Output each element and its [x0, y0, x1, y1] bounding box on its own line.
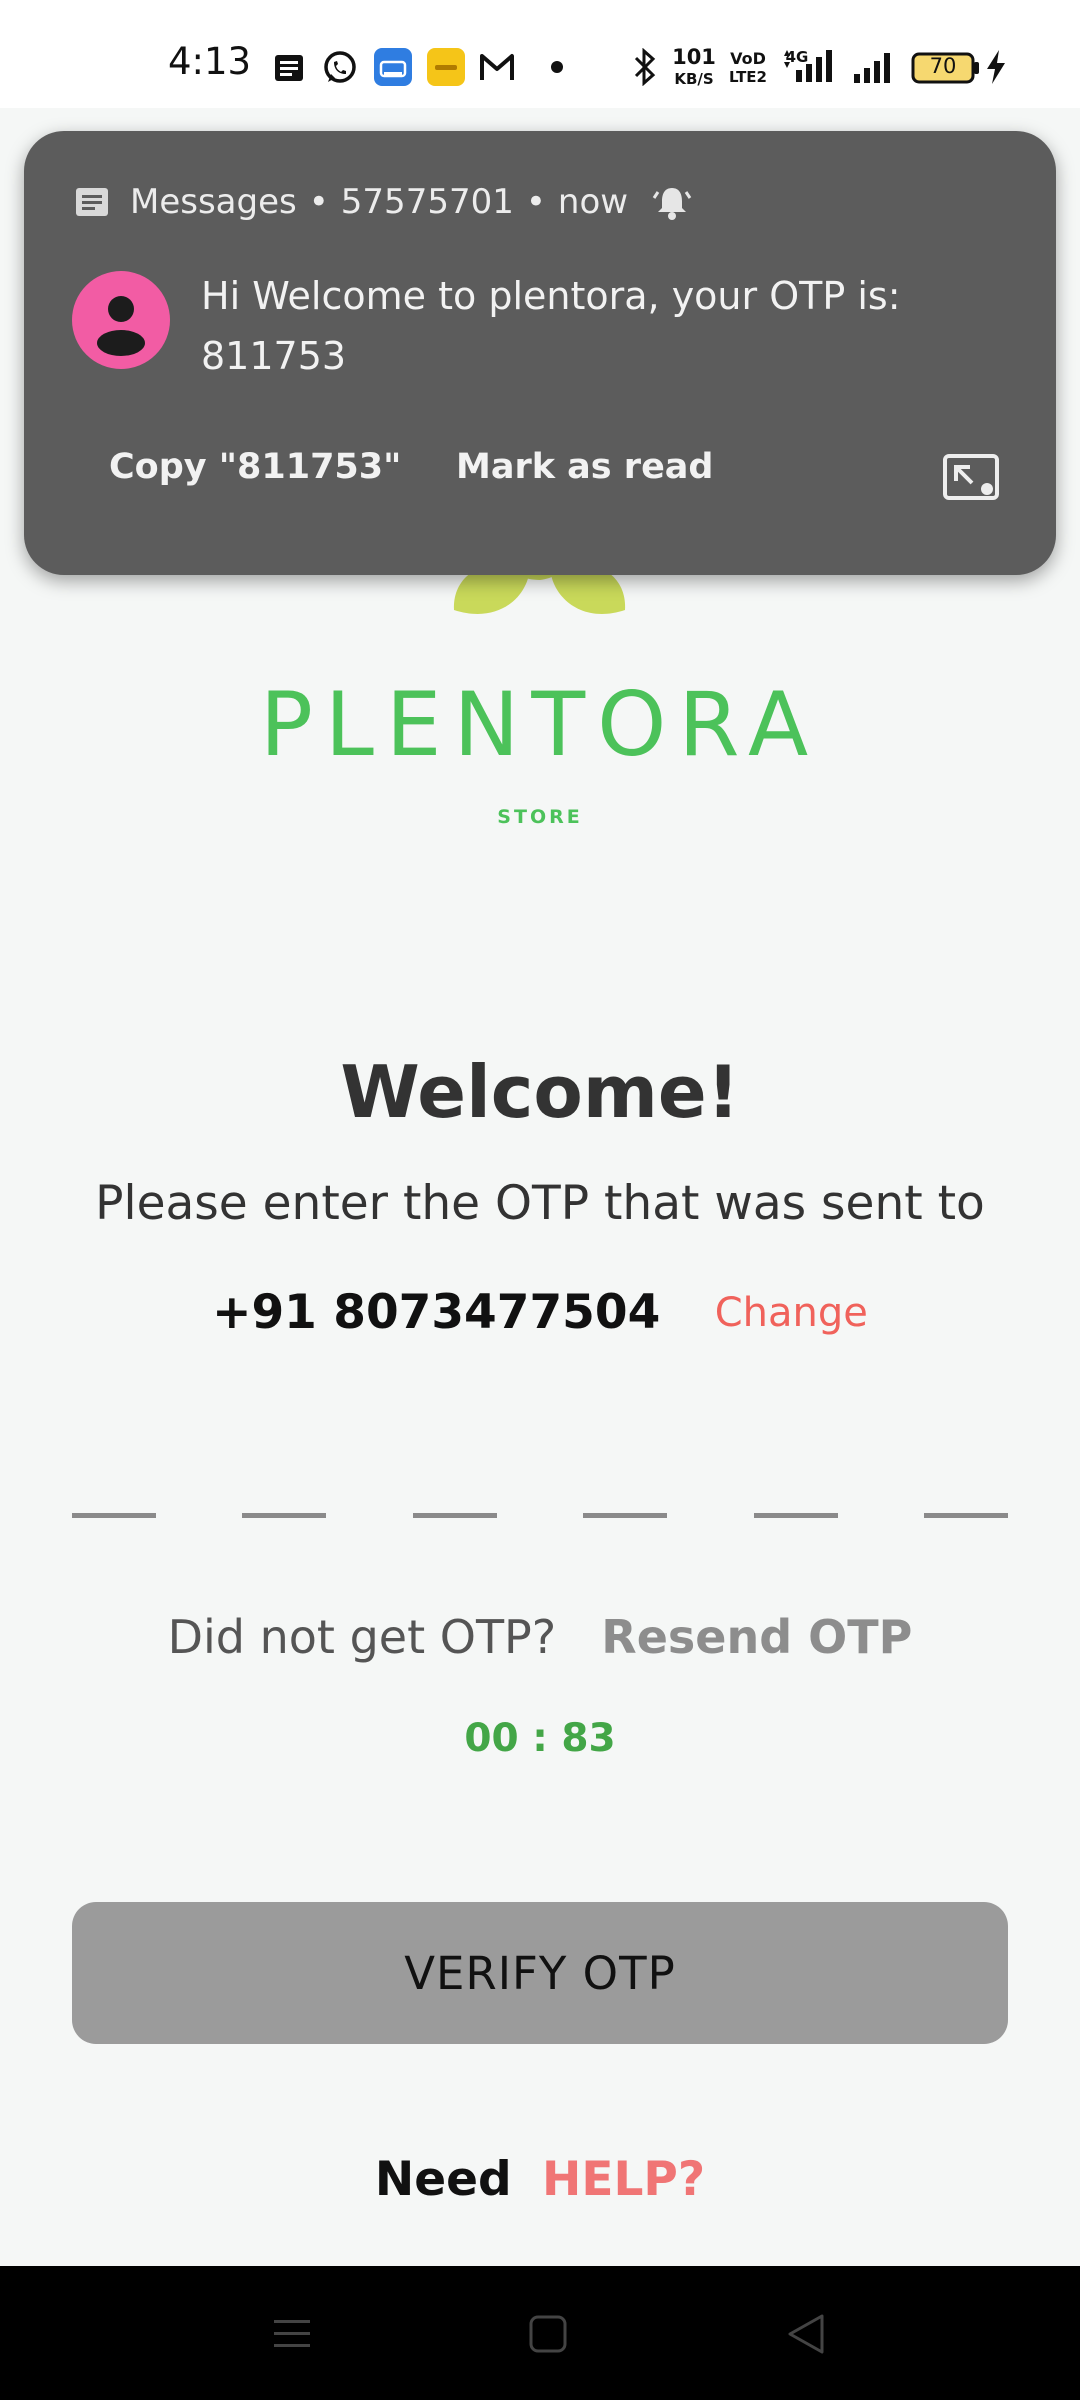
plentora-logo-graphic: PLENTORA STORE — [260, 540, 820, 828]
menu-icon[interactable] — [272, 2314, 312, 2354]
otp-digit-3[interactable] — [413, 1513, 497, 1518]
otp-digit-1[interactable] — [72, 1513, 156, 1518]
bluetooth-icon — [634, 48, 656, 86]
otp-input-group — [72, 1513, 1008, 1519]
gmail-icon — [480, 54, 514, 80]
status-time: 4:13 — [168, 40, 252, 83]
notification-app-name: Messages — [130, 182, 297, 222]
brand-logo: PLENTORA STORE — [0, 540, 1080, 840]
logo-subtitle: STORE — [497, 806, 582, 828]
signal-icon — [784, 50, 832, 82]
sender-avatar — [72, 271, 170, 369]
notification-sender: 57575701 — [340, 182, 514, 222]
sms-notification[interactable]: Messages • 57575701 • now Hi Welcome to … — [24, 131, 1056, 575]
notification-message: Hi Welcome to plentora, your OTP is: 811… — [201, 274, 901, 378]
charging-icon — [987, 50, 1005, 84]
volte-label: VoD — [730, 49, 766, 68]
home-icon[interactable] — [528, 2314, 568, 2354]
otp-digit-5[interactable] — [754, 1513, 838, 1518]
lte-label: LTE2 — [729, 68, 767, 86]
otp-instruction: Please enter the OTP that was sent to — [95, 1176, 985, 1231]
header-separator: • — [308, 182, 329, 222]
phone-row: +91 8073477504 Change — [0, 1285, 1080, 1340]
app-icon-blue — [374, 48, 412, 86]
otp-digit-4[interactable] — [583, 1513, 667, 1518]
net-speed-value: 101 — [672, 45, 716, 69]
messages-icon — [275, 55, 303, 81]
notification-time: now — [557, 182, 629, 222]
change-number-link[interactable]: Change — [715, 1290, 868, 1336]
otp-timer: 00 : 83 — [464, 1716, 616, 1761]
welcome-title: Welcome! — [340, 1050, 740, 1134]
logo-wordmark: PLENTORA — [260, 673, 820, 776]
phone-number: +91 8073477504 — [212, 1285, 661, 1340]
otp-digit-6[interactable] — [924, 1513, 1008, 1518]
status-bar: 4:13 101 KB/S VoD LTE2 4G 70 — [0, 0, 1080, 108]
navigation-bar — [0, 2266, 1080, 2400]
dot-icon — [551, 61, 563, 73]
verify-otp-button[interactable]: VERIFY OTP — [72, 1902, 1008, 2044]
resend-row: Did not get OTP? Resend OTP — [0, 1610, 1080, 1664]
messages-app-icon — [76, 188, 108, 216]
signal-icon-2 — [854, 53, 890, 83]
resend-question: Did not get OTP? — [167, 1610, 557, 1664]
whatsapp-icon — [324, 51, 356, 83]
otp-digit-2[interactable] — [242, 1513, 326, 1518]
alert-bell-icon — [652, 188, 692, 220]
expand-popup-icon[interactable] — [942, 453, 1000, 501]
copy-otp-action[interactable]: Copy "811753" — [109, 447, 401, 487]
net-speed-unit: KB/S — [674, 70, 714, 88]
battery-level: 70 — [929, 54, 957, 78]
mark-as-read-action[interactable]: Mark as read — [456, 447, 713, 487]
person-icon — [97, 296, 145, 356]
help-link[interactable]: HELP? — [542, 2152, 705, 2207]
app-icon-yellow — [427, 48, 465, 86]
help-row: Need HELP? — [0, 2152, 1080, 2207]
notification-header: Messages • 57575701 • now — [74, 177, 692, 227]
help-prefix: Need — [374, 2152, 512, 2207]
header-separator: • — [525, 182, 546, 222]
back-icon[interactable] — [786, 2312, 826, 2356]
resend-otp-button[interactable]: Resend OTP — [601, 1610, 912, 1664]
